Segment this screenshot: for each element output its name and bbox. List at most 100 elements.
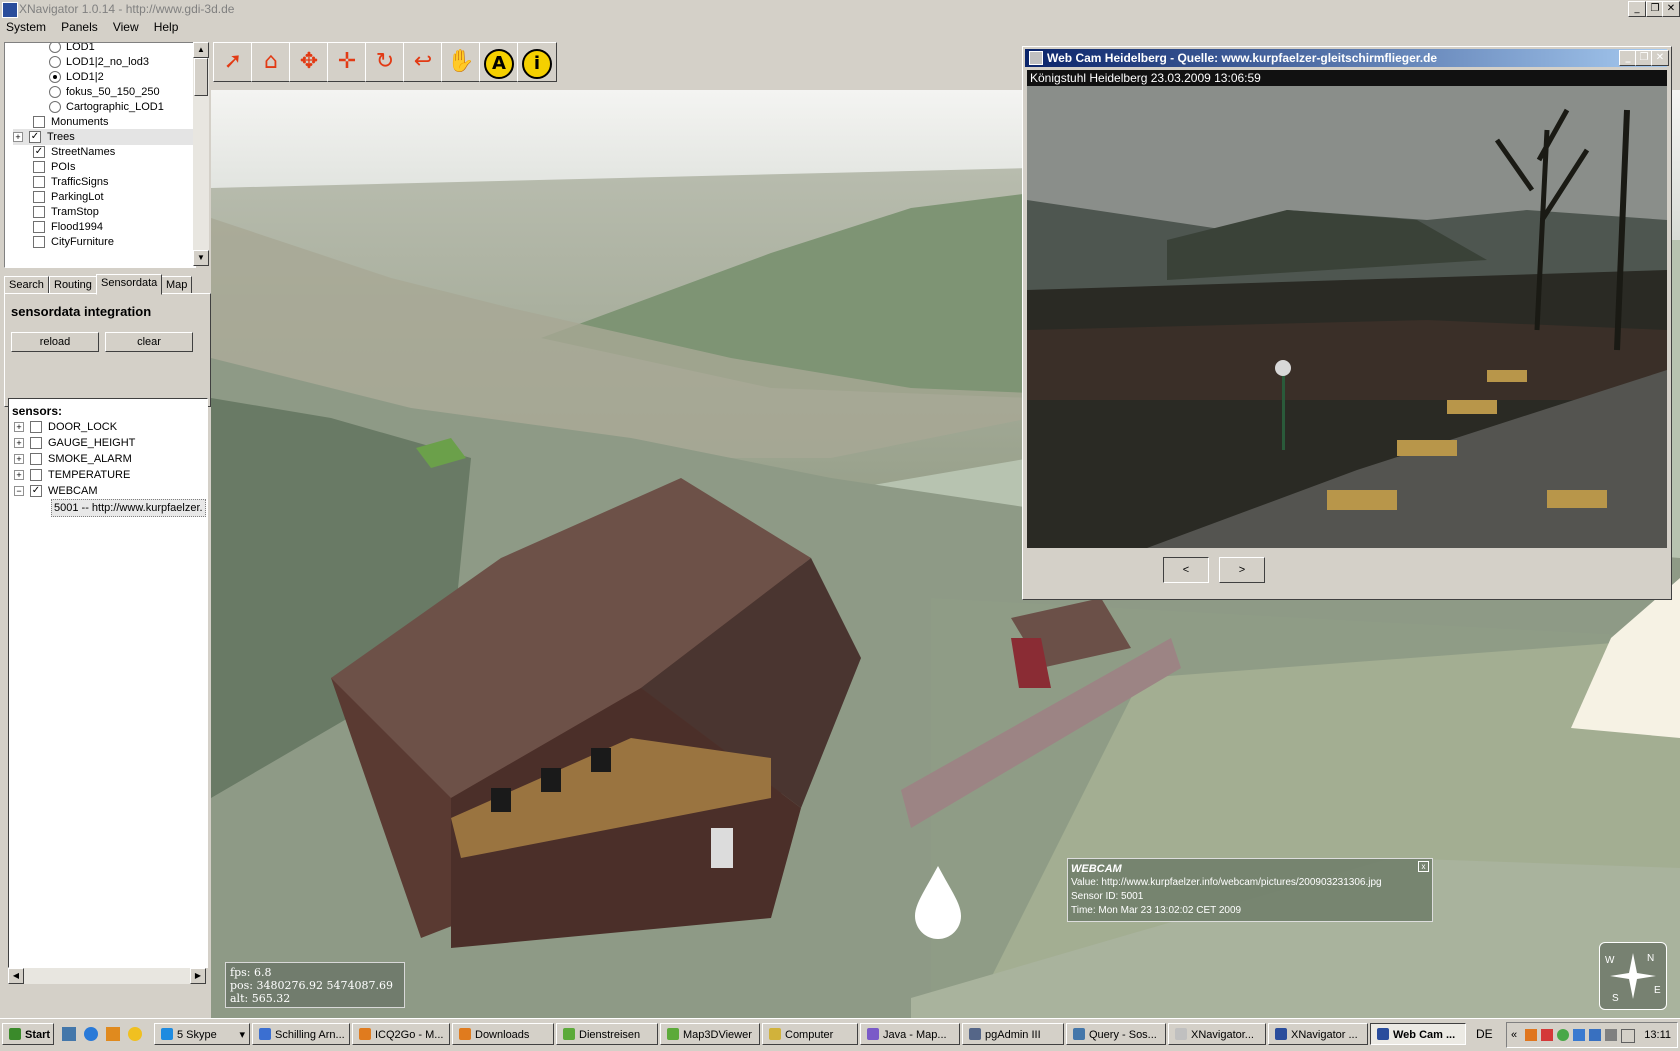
checkbox[interactable]	[33, 161, 45, 174]
checkbox[interactable]	[30, 437, 42, 450]
taskbar-button-active[interactable]: Web Cam ...	[1370, 1023, 1466, 1045]
checkbox[interactable]	[33, 206, 45, 219]
minimize-button[interactable]: _	[1628, 1, 1646, 17]
menu-system[interactable]: System	[0, 18, 52, 36]
close-button[interactable]: ✕	[1662, 1, 1680, 17]
scroll-right-icon[interactable]: ▶	[190, 968, 206, 984]
tray-app-icon[interactable]	[1541, 1029, 1553, 1041]
tab-search[interactable]: Search	[4, 276, 49, 294]
tray-app-icon[interactable]	[1621, 1029, 1635, 1043]
sensor-item-gauge-height[interactable]: + GAUGE_HEIGHT	[14, 435, 135, 451]
sensor-item-door-lock[interactable]: + DOOR_LOCK	[14, 419, 117, 435]
taskbar-button[interactable]: Computer	[762, 1023, 858, 1045]
ie-icon[interactable]	[84, 1027, 98, 1041]
checkbox[interactable]	[33, 191, 45, 204]
webcam-close-button[interactable]: ✕	[1651, 50, 1669, 66]
checkbox[interactable]	[33, 176, 45, 189]
sensor-item-temperature[interactable]: + TEMPERATURE	[14, 467, 130, 483]
layer-item-monuments[interactable]: Monuments	[33, 114, 108, 130]
layer-item-trees[interactable]: + ✓ Trees	[13, 129, 195, 145]
taskbar-button[interactable]: pgAdmin III	[962, 1023, 1064, 1045]
layer-item-parkinglot[interactable]: ParkingLot	[33, 189, 104, 205]
taskbar-button[interactable]: Java - Map...	[860, 1023, 960, 1045]
checkbox[interactable]	[33, 221, 45, 234]
collapse-icon[interactable]: −	[14, 486, 24, 497]
home-tool-button[interactable]: ⌂	[251, 42, 291, 82]
tab-routing[interactable]: Routing	[49, 276, 97, 294]
start-button[interactable]: Start	[2, 1023, 54, 1045]
lod-option[interactable]: LOD1|2	[49, 69, 104, 85]
clear-button[interactable]: clear	[105, 332, 193, 352]
lod-option[interactable]: fokus_50_150_250	[49, 84, 160, 100]
taskbar-button[interactable]: Map3DViewer	[660, 1023, 760, 1045]
layer-item-cityfurniture[interactable]: CityFurniture	[33, 234, 114, 250]
checkbox[interactable]	[30, 453, 42, 466]
taskbar-button[interactable]: ICQ2Go - M...	[352, 1023, 450, 1045]
reload-button[interactable]: reload	[11, 332, 99, 352]
show-desktop-icon[interactable]	[62, 1027, 76, 1041]
radio-button-selected[interactable]	[49, 71, 61, 84]
checkbox-checked[interactable]: ✓	[29, 131, 41, 144]
language-indicator[interactable]: DE	[1476, 1027, 1493, 1041]
checkbox[interactable]	[33, 236, 45, 249]
scroll-up-icon[interactable]: ▲	[193, 42, 209, 58]
lod-option[interactable]: Cartographic_LOD1	[49, 99, 164, 115]
tab-sensordata[interactable]: Sensordata	[96, 274, 163, 295]
network-icon[interactable]	[1589, 1029, 1601, 1041]
menu-panels[interactable]: Panels	[55, 18, 104, 36]
taskbar-button-skype[interactable]: 5 Skype ▾	[154, 1023, 250, 1045]
layer-item-tramstop[interactable]: TramStop	[33, 204, 99, 220]
webcam-prev-button[interactable]: <	[1163, 557, 1209, 583]
layer-item-flood1994[interactable]: Flood1994	[33, 219, 103, 235]
menu-view[interactable]: View	[107, 18, 145, 36]
webcam-sensor-entry[interactable]: 5001 -- http://www.kurpfaelzer.	[51, 499, 206, 517]
sensor-item-smoke-alarm[interactable]: + SMOKE_ALARM	[14, 451, 132, 467]
layer-item-pois[interactable]: POIs	[33, 159, 75, 175]
tray-app-icon[interactable]	[1557, 1029, 1569, 1041]
scroll-left-icon[interactable]: ◀	[8, 968, 24, 984]
taskbar-button[interactable]: Query - Sos...	[1066, 1023, 1166, 1045]
lod-option[interactable]: LOD1|2_no_lod3	[49, 54, 149, 70]
taskbar-button[interactable]: Dienstreisen	[556, 1023, 658, 1045]
taskbar-button[interactable]: XNavigator ...	[1268, 1023, 1368, 1045]
checkbox[interactable]	[33, 116, 45, 129]
annotation-tool-button[interactable]: A	[479, 42, 519, 82]
taskbar-button[interactable]: Downloads	[452, 1023, 554, 1045]
tray-app-icon[interactable]	[1573, 1029, 1585, 1041]
hand-tool-button[interactable]: ✋	[441, 42, 481, 82]
taskbar-button[interactable]: XNavigator...	[1168, 1023, 1266, 1045]
move-tool-button[interactable]: ✥	[289, 42, 329, 82]
rotate-tool-button[interactable]: ↻	[365, 42, 405, 82]
checkbox[interactable]	[30, 469, 42, 482]
expand-icon[interactable]: +	[14, 454, 24, 465]
clock[interactable]: 13:11	[1644, 1023, 1671, 1047]
checkbox[interactable]	[30, 421, 42, 434]
popup-close-icon[interactable]: x	[1418, 861, 1429, 872]
checkbox-checked[interactable]: ✓	[33, 146, 45, 159]
tab-map[interactable]: Map	[161, 276, 193, 294]
scrollbar-thumb[interactable]	[194, 58, 208, 96]
messenger-icon[interactable]	[128, 1027, 142, 1041]
expand-icon[interactable]: +	[14, 438, 24, 449]
taskbar-button[interactable]: Schilling Arn...	[252, 1023, 350, 1045]
pan-tool-button[interactable]: ✛	[327, 42, 367, 82]
radio-button[interactable]	[49, 43, 61, 54]
media-icon[interactable]	[106, 1027, 120, 1041]
expand-icon[interactable]: +	[14, 470, 24, 481]
menu-help[interactable]: Help	[148, 18, 185, 36]
compass-icon[interactable]: N E S W	[1599, 942, 1667, 1010]
radio-button[interactable]	[49, 56, 61, 69]
scroll-down-icon[interactable]: ▼	[193, 250, 209, 266]
radio-button[interactable]	[49, 86, 61, 99]
webcam-next-button[interactable]: >	[1219, 557, 1265, 583]
sensor-tree-hscrollbar[interactable]: ◀ ▶	[8, 968, 206, 984]
expand-icon[interactable]: +	[13, 132, 23, 143]
expand-icon[interactable]: +	[14, 422, 24, 433]
back-tool-button[interactable]: ↩	[403, 42, 443, 82]
tray-expand-icon[interactable]: «	[1511, 1023, 1517, 1047]
fly-tool-button[interactable]: ➚	[213, 42, 253, 82]
sensor-item-webcam[interactable]: − ✓ WEBCAM	[14, 483, 98, 499]
volume-icon[interactable]	[1605, 1029, 1617, 1041]
radio-button[interactable]	[49, 101, 61, 114]
layer-item-trafficsigns[interactable]: TrafficSigns	[33, 174, 108, 190]
